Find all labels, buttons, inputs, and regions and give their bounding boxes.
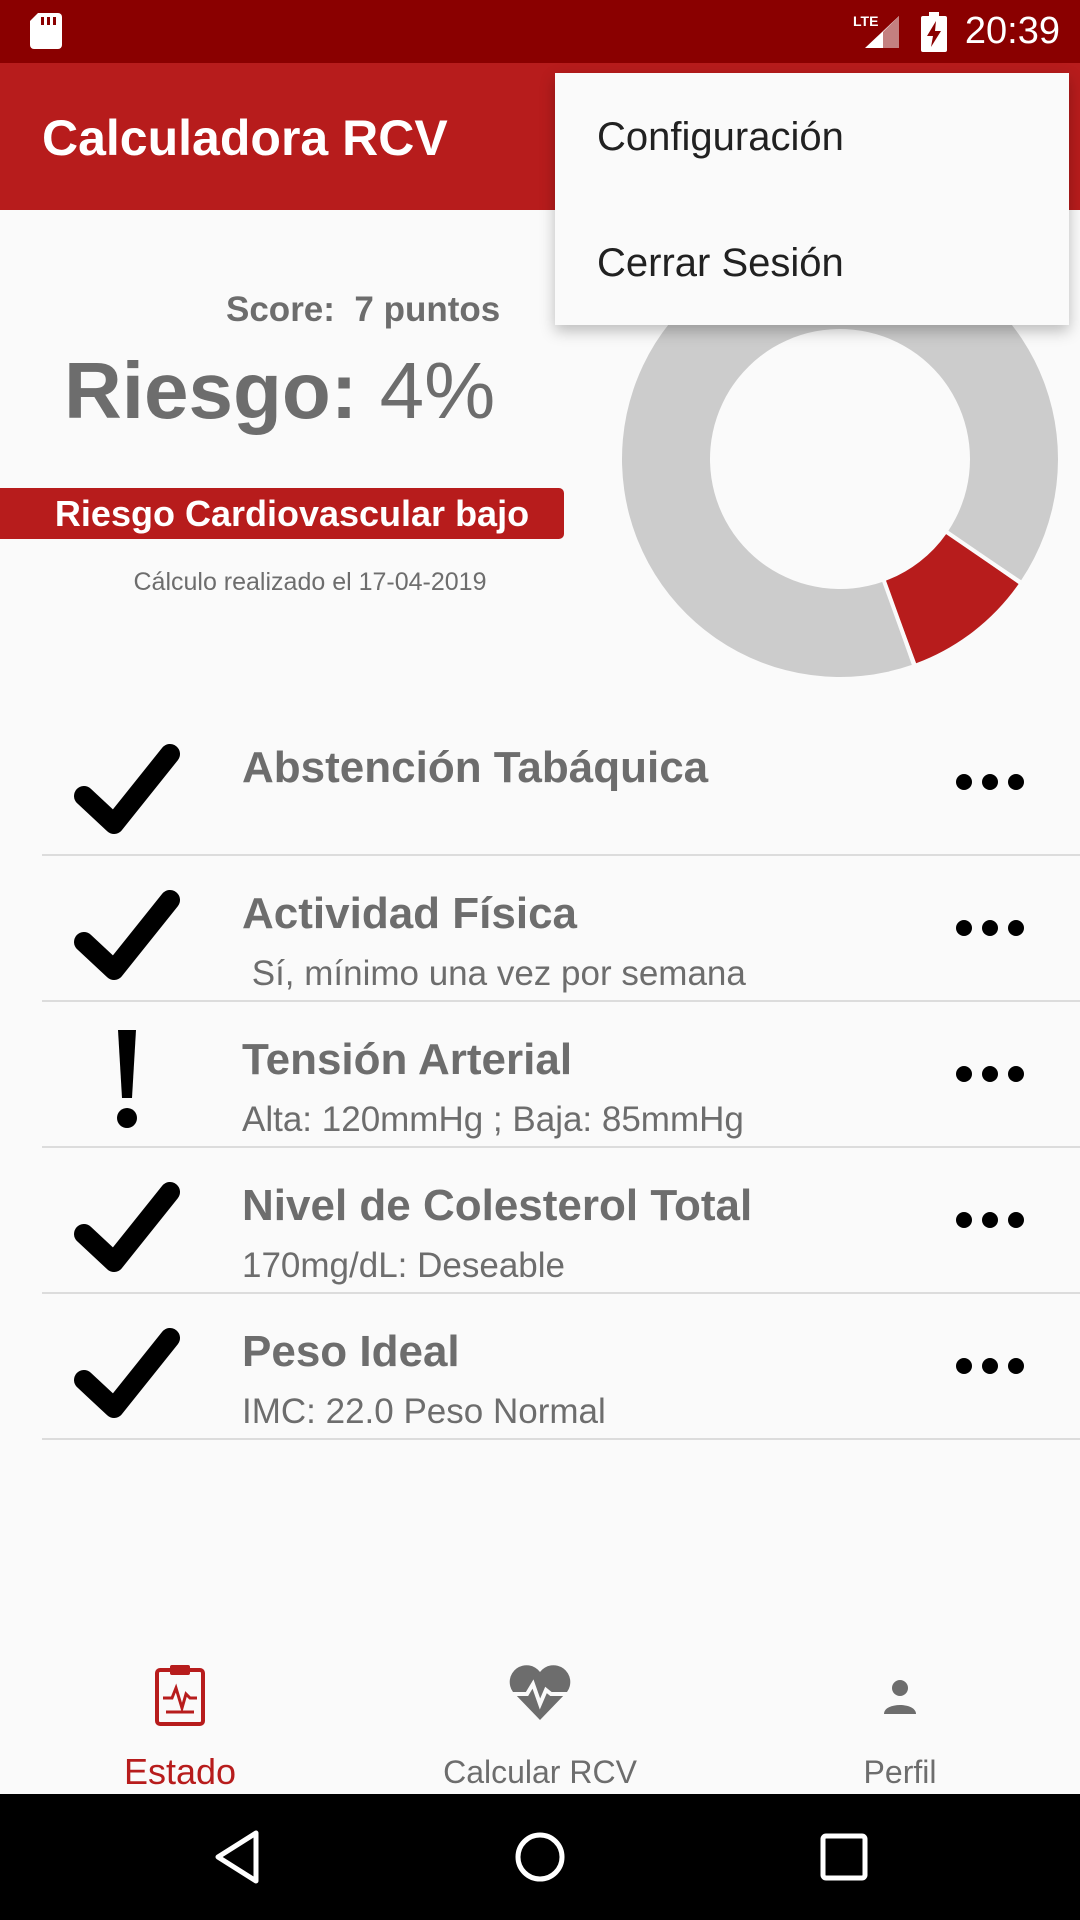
risk-category-badge: Riesgo Cardiovascular bajo [0, 488, 564, 539]
score-label: Score: [226, 290, 335, 329]
network-label: LTE [853, 13, 878, 29]
calc-date: Cálculo realizado el 17-04-2019 [133, 568, 487, 596]
list-item-title: Abstención Tabáquica [242, 743, 709, 792]
app-title: Calculadora RCV [42, 110, 448, 166]
sd-card-icon [30, 13, 62, 49]
more-options-icon[interactable] [950, 908, 1030, 948]
nav-item-perfil[interactable]: Perfil [720, 1650, 1080, 1794]
list-item-subtitle: Alta: 120mmHg ; Baja: 85mmHg [242, 1100, 744, 1139]
score-value: 7 puntos [354, 290, 501, 329]
status-bar: LTE 20:39 [0, 0, 1080, 63]
nav-label: Estado [123, 1751, 237, 1792]
back-icon[interactable] [212, 1827, 262, 1887]
exclamation-icon [117, 1030, 137, 1128]
nav-label: Perfil [863, 1754, 937, 1790]
list-item-colesterol[interactable]: Nivel de Colesterol Total 170mg/dL: Dese… [42, 1148, 1080, 1294]
score-line: Score: 7 puntos [226, 290, 500, 330]
more-options-icon[interactable] [950, 1200, 1030, 1240]
lte-signal-icon: LTE [853, 13, 899, 48]
factor-list: Abstención Tabáquica Actividad Física Sí… [0, 710, 1080, 1440]
check-icon [74, 744, 180, 834]
more-options-icon[interactable] [950, 762, 1030, 802]
list-item-title: Peso Ideal [242, 1327, 460, 1376]
recents-icon[interactable] [818, 1827, 870, 1887]
check-icon [74, 1328, 180, 1418]
overflow-menu: Configuración Cerrar Sesión [555, 73, 1069, 325]
status-time: 20:39 [964, 10, 1060, 52]
list-item-title: Actividad Física [242, 889, 578, 938]
menu-item-cerrar-sesion[interactable]: Cerrar Sesión [597, 241, 844, 286]
person-icon [884, 1680, 916, 1714]
nav-label: Calcular RCV [443, 1754, 637, 1790]
nav-item-calcular-rcv[interactable]: Calcular RCV [360, 1650, 720, 1794]
list-item-actividad-fisica[interactable]: Actividad Física Sí, mínimo una vez por … [42, 856, 1080, 1002]
list-item-subtitle: Sí, mínimo una vez por semana [242, 954, 746, 993]
list-item-peso-ideal[interactable]: Peso Ideal IMC: 22.0 Peso Normal [42, 1294, 1080, 1440]
risk-value: 4% [379, 346, 496, 435]
check-icon [74, 1182, 180, 1272]
home-icon[interactable] [512, 1827, 568, 1887]
more-options-icon[interactable] [950, 1346, 1030, 1386]
list-item-subtitle: 170mg/dL: Deseable [242, 1246, 565, 1285]
menu-item-configuracion[interactable]: Configuración [597, 115, 844, 160]
system-navigation-bar [0, 1794, 1080, 1920]
heart-pulse-icon [509, 1665, 571, 1720]
risk-label: Riesgo: [64, 346, 358, 435]
more-options-icon[interactable] [950, 1054, 1030, 1094]
check-icon [74, 890, 180, 980]
list-item-title: Tensión Arterial [242, 1035, 573, 1084]
nav-item-estado[interactable]: Estado [0, 1650, 360, 1794]
list-item-title: Nivel de Colesterol Total [242, 1181, 753, 1230]
battery-charging-icon [920, 11, 947, 52]
list-item-tension-arterial[interactable]: Tensión Arterial Alta: 120mmHg ; Baja: 8… [42, 1002, 1080, 1148]
list-item-abstencion-tabaquica[interactable]: Abstención Tabáquica [42, 710, 1080, 856]
list-item-subtitle: IMC: 22.0 Peso Normal [242, 1392, 606, 1431]
bottom-navigation: Estado Calcular RCV Perfil [0, 1650, 1080, 1794]
risk-line: Riesgo: 4% [64, 345, 495, 437]
clipboard-pulse-icon [155, 1665, 205, 1726]
